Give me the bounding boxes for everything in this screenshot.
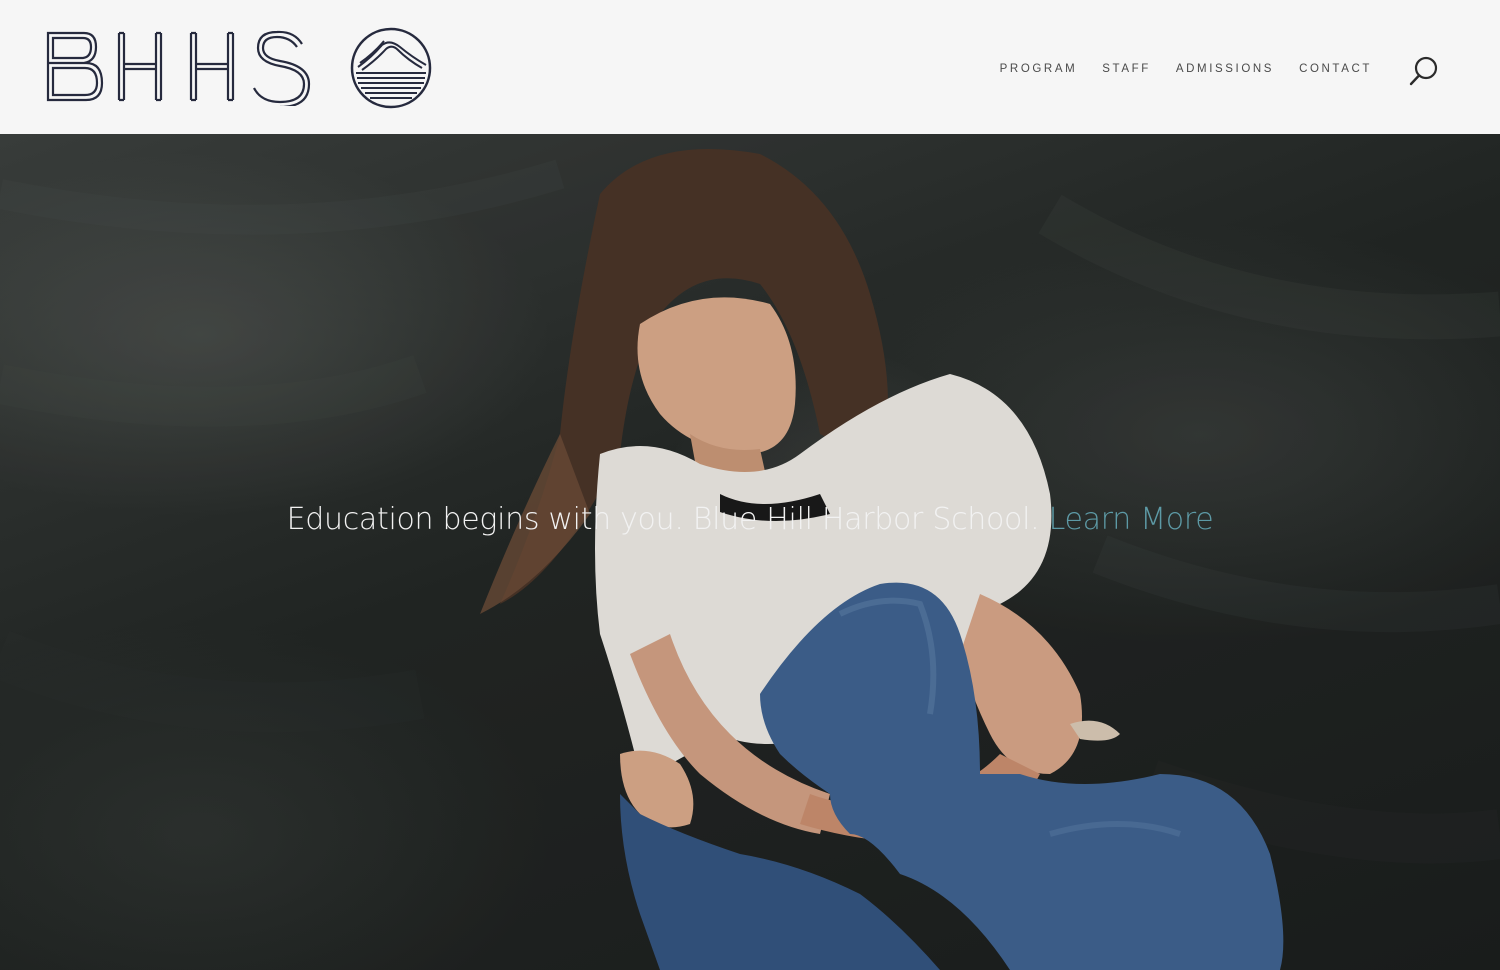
- search-icon[interactable]: [1407, 55, 1441, 89]
- hero-banner: Education begins with you. Blue Hill Har…: [0, 134, 1500, 970]
- learn-more-link[interactable]: Learn More: [1049, 502, 1214, 537]
- hero-tagline-text: Education begins with you. Blue Hill Har…: [286, 502, 1040, 537]
- hero-tagline: Education begins with you. Blue Hill Har…: [0, 502, 1500, 537]
- nav-item-program[interactable]: PROGRAM: [1000, 63, 1078, 75]
- nav-item-contact[interactable]: CONTACT: [1299, 63, 1372, 75]
- brand-logo[interactable]: [44, 28, 314, 106]
- hero-photo: [0, 134, 1500, 970]
- mountain-waves-circle-logo: [350, 27, 432, 109]
- site-header: PROGRAM STAFF ADMISSIONS CONTACT: [0, 0, 1500, 134]
- nav-item-admissions[interactable]: ADMISSIONS: [1176, 63, 1274, 75]
- nav-item-staff[interactable]: STAFF: [1102, 63, 1151, 75]
- main-nav: PROGRAM STAFF ADMISSIONS CONTACT: [1000, 63, 1372, 75]
- brand-wordmark: [46, 30, 311, 106]
